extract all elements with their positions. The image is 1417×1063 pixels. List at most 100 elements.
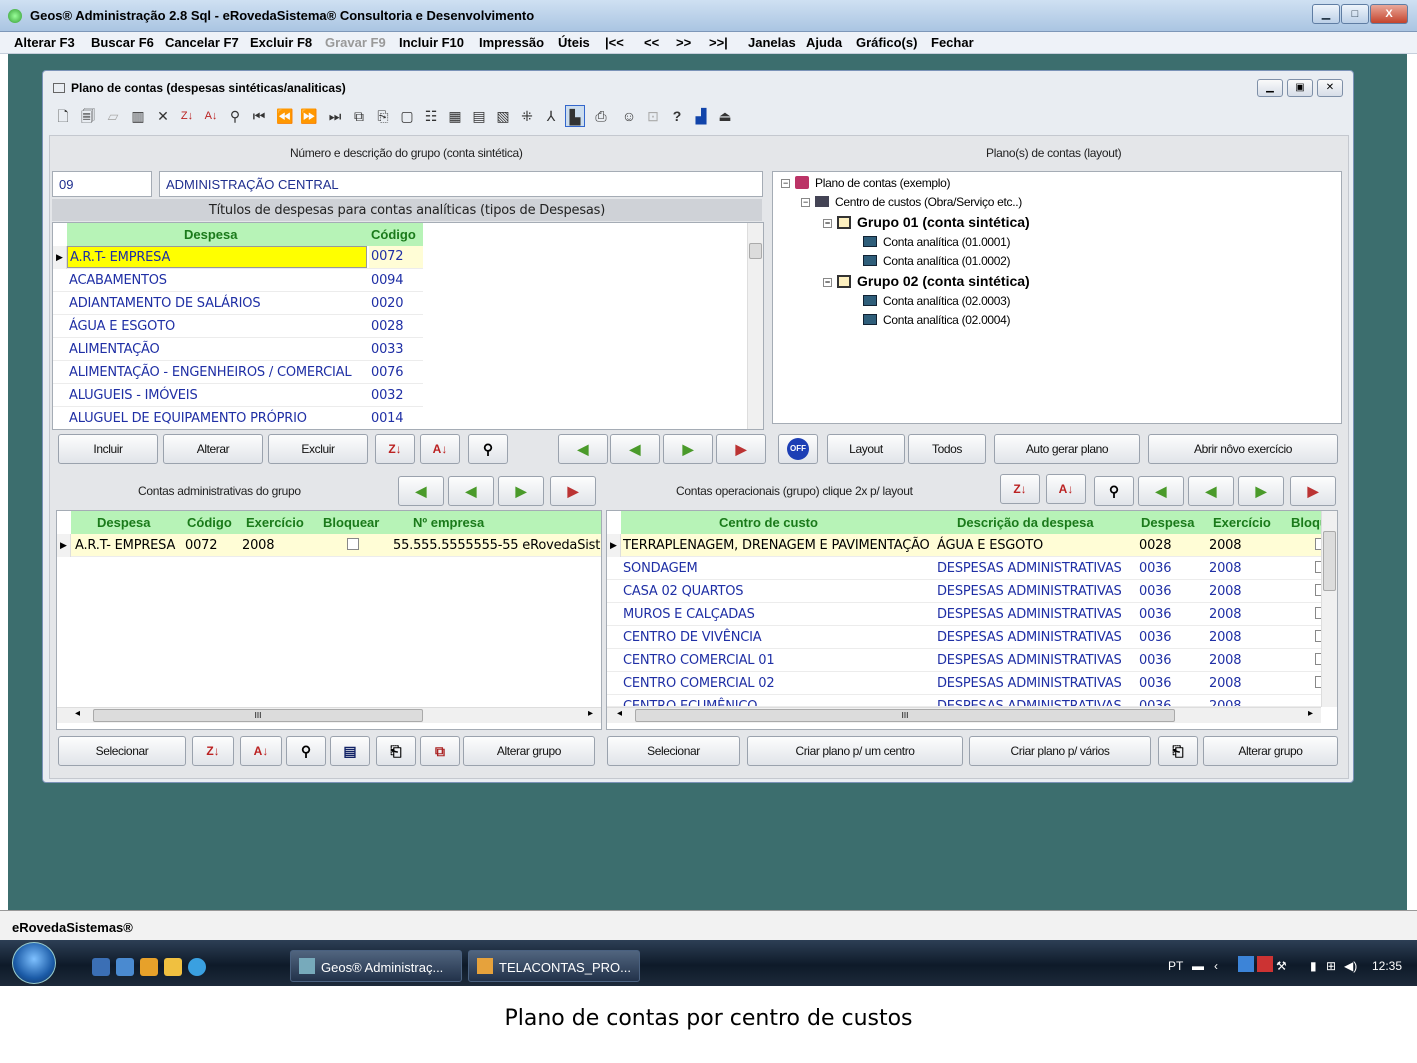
copy-document-icon[interactable]: 🗐 — [78, 105, 98, 127]
menu-next[interactable]: >> — [676, 35, 691, 50]
criar-plano-um-button[interactable]: Criar plano p/ um centro — [747, 736, 963, 766]
cell-descricao[interactable]: DESPESAS ADMINISTRATIVAS — [937, 561, 1122, 576]
cell-empresa[interactable]: 55.555.5555555-55 eRovedaSist — [393, 538, 600, 553]
maximize-button[interactable]: □ — [1341, 4, 1369, 24]
cell-descricao[interactable]: DESPESAS ADMINISTRATIVAS — [937, 584, 1122, 599]
col-despesa[interactable]: Despesa — [1141, 515, 1194, 530]
table-row[interactable]: SONDAGEM DESPESAS ADMINISTRATIVAS 0036 2… — [607, 557, 1327, 580]
col-bloquear[interactable]: Bloquear — [323, 515, 379, 530]
col-exercicio[interactable]: Exercício — [246, 515, 304, 530]
cell-exercicio[interactable]: 2008 — [1209, 653, 1241, 668]
table-row[interactable]: ÁGUA E ESGOTO 0028 — [53, 315, 423, 338]
cell-descricao[interactable]: DESPESAS ADMINISTRATIVAS — [937, 699, 1122, 706]
cell-despesa[interactable]: 0036 — [1139, 653, 1171, 668]
battery-icon[interactable]: ▮ — [1310, 959, 1317, 973]
layout-button[interactable]: Layout — [827, 434, 905, 464]
menu-first[interactable]: |<< — [605, 35, 624, 50]
col-despesa[interactable]: Despesa — [97, 515, 150, 530]
filter-icon[interactable]: ⅄ — [541, 105, 561, 127]
internet-explorer-icon[interactable] — [188, 958, 206, 976]
cell-despesa[interactable]: ACABAMENTOS — [69, 273, 167, 288]
menu-gravar[interactable]: Gravar F9 — [325, 35, 386, 50]
oper-sort-asc-button[interactable]: Z↓ — [1000, 474, 1040, 504]
first-record-icon[interactable]: ⏮ — [249, 105, 269, 127]
menu-impressao[interactable]: Impressão — [479, 35, 544, 50]
table-row[interactable]: ALUGUEL DE EQUIPAMENTO PRÓPRIO 0014 — [53, 407, 423, 429]
alterar-button[interactable]: Alterar — [163, 434, 263, 464]
cell-descricao[interactable]: DESPESAS ADMINISTRATIVAS — [937, 653, 1122, 668]
calculator-icon[interactable]: ▤ — [469, 105, 489, 127]
alterar-grupo-oper-button[interactable]: Alterar grupo — [1203, 736, 1338, 766]
cell-descricao[interactable]: DESPESAS ADMINISTRATIVAS — [937, 607, 1122, 622]
cell-exercicio[interactable]: 2008 — [1209, 538, 1241, 553]
admin-sort-desc-button[interactable]: A↓ — [240, 736, 282, 766]
tree-node-centro[interactable]: − Centro de custos (Obra/Serviço etc..) — [801, 195, 1022, 209]
media-player-icon[interactable] — [140, 958, 158, 976]
cell-exercicio[interactable]: 2008 — [1209, 699, 1241, 706]
bar-chart-icon[interactable]: ▟ — [691, 105, 711, 127]
abrir-exercicio-button[interactable]: Abrir nôvo exercício — [1148, 434, 1338, 464]
search-button[interactable]: ⚲ — [468, 434, 508, 464]
tree-node-grupo-01[interactable]: − Grupo 01 (conta sintética) — [823, 214, 1030, 230]
table-row[interactable]: ALIMENTAÇÃO - ENGENHEIROS / COMERCIAL 00… — [53, 361, 423, 384]
cell-despesa[interactable]: ALIMENTAÇÃO — [69, 342, 160, 357]
oper-sort-desc-button[interactable]: A↓ — [1046, 474, 1086, 504]
cell-centro[interactable]: CENTRO ECUMÊNICO — [623, 699, 757, 706]
menu-prev[interactable]: << — [644, 35, 659, 50]
cell-despesa[interactable]: ALUGUEL DE EQUIPAMENTO PRÓPRIO — [69, 411, 307, 426]
admin-search-button[interactable]: ⚲ — [286, 736, 326, 766]
cell-codigo[interactable]: 0020 — [371, 296, 403, 311]
table-row[interactable]: CENTRO ECUMÊNICO DESPESAS ADMINISTRATIVA… — [607, 695, 1321, 707]
cell-centro[interactable]: CENTRO COMERCIAL 02 — [623, 676, 775, 691]
menu-fechar[interactable]: Fechar — [931, 35, 974, 50]
switch-windows-icon[interactable] — [116, 958, 134, 976]
table-row[interactable]: ALUGUEIS - IMÓVEIS 0032 — [53, 384, 423, 407]
cell-despesa[interactable]: 0036 — [1139, 676, 1171, 691]
tree-node-grupo-02[interactable]: − Grupo 02 (conta sintética) — [823, 273, 1030, 289]
previous-record-icon[interactable]: ⏪ — [275, 105, 295, 127]
table-row[interactable]: ▶ A.R.T- EMPRESA 0072 — [53, 246, 423, 269]
cell-despesa[interactable]: 0036 — [1139, 561, 1171, 576]
table-row[interactable]: ▶ A.R.T- EMPRESA 0072 2008 55.555.555555… — [57, 534, 601, 557]
cell-despesa[interactable]: 0036 — [1139, 630, 1171, 645]
sort-desc-icon[interactable]: A↓ — [201, 105, 221, 127]
menu-cancelar[interactable]: Cancelar F7 — [165, 35, 239, 50]
sort-asc-icon[interactable]: Z↓ — [177, 105, 197, 127]
group-code-field[interactable]: 09 — [52, 171, 152, 197]
table-row[interactable]: CASA 02 QUARTOS DESPESAS ADMINISTRATIVAS… — [607, 580, 1327, 603]
search-icon[interactable]: ⚲ — [225, 105, 245, 127]
tree-node-conta[interactable]: Conta analítica (02.0003) — [863, 294, 1011, 308]
last-record-icon[interactable]: ⏭ — [325, 105, 345, 127]
start-button[interactable] — [12, 942, 56, 984]
selecionar-admin-button[interactable]: Selecionar — [58, 736, 186, 766]
cell-despesa[interactable]: 0036 — [1139, 607, 1171, 622]
cell-centro[interactable]: CASA 02 QUARTOS — [623, 584, 744, 599]
help-face-icon[interactable]: ☺ — [619, 105, 639, 127]
cell-despesa[interactable]: ÁGUA E ESGOTO — [69, 319, 175, 334]
cell-descricao[interactable]: ÁGUA E ESGOTO — [937, 538, 1043, 553]
cell-despesa[interactable]: A.R.T- EMPRESA — [75, 538, 175, 553]
show-desktop-icon[interactable] — [92, 958, 110, 976]
cell-centro[interactable]: SONDAGEM — [623, 561, 698, 576]
first-button[interactable]: ◀ — [558, 434, 608, 464]
cell-despesa[interactable]: A.R.T- EMPRESA — [67, 246, 367, 268]
next-button[interactable]: ▶ — [663, 434, 713, 464]
sort-desc-button[interactable]: A↓ — [420, 434, 460, 464]
oper-clipboard-icon[interactable]: ⎗ — [1158, 736, 1198, 766]
table-row[interactable]: ▶ TERRAPLENAGEM, DRENAGEM E PAVIMENTAÇÃO… — [607, 534, 1327, 557]
cell-despesa[interactable]: ALIMENTAÇÃO - ENGENHEIROS / COMERCIAL — [69, 365, 352, 380]
menu-ajuda[interactable]: Ajuda — [806, 35, 842, 50]
cell-codigo[interactable]: 0032 — [371, 388, 403, 403]
cell-exercicio[interactable]: 2008 — [1209, 561, 1241, 576]
col-codigo[interactable]: Código — [187, 515, 232, 530]
next-record-icon[interactable]: ⏩ — [299, 105, 319, 127]
todos-button[interactable]: Todos — [908, 434, 986, 464]
menu-uteis[interactable]: Úteis — [558, 35, 590, 50]
clipboard-icon[interactable]: ⎗ — [376, 736, 416, 766]
oper-last-button[interactable]: ▶ — [1290, 476, 1336, 506]
oper-prev-button[interactable]: ◀ — [1188, 476, 1234, 506]
admin-sort-asc-button[interactable]: Z↓ — [192, 736, 234, 766]
copy-icon[interactable]: ⧉ — [349, 105, 369, 127]
tree-node-conta[interactable]: Conta analítica (01.0002) — [863, 254, 1011, 268]
document-icon[interactable]: ▤ — [330, 736, 370, 766]
